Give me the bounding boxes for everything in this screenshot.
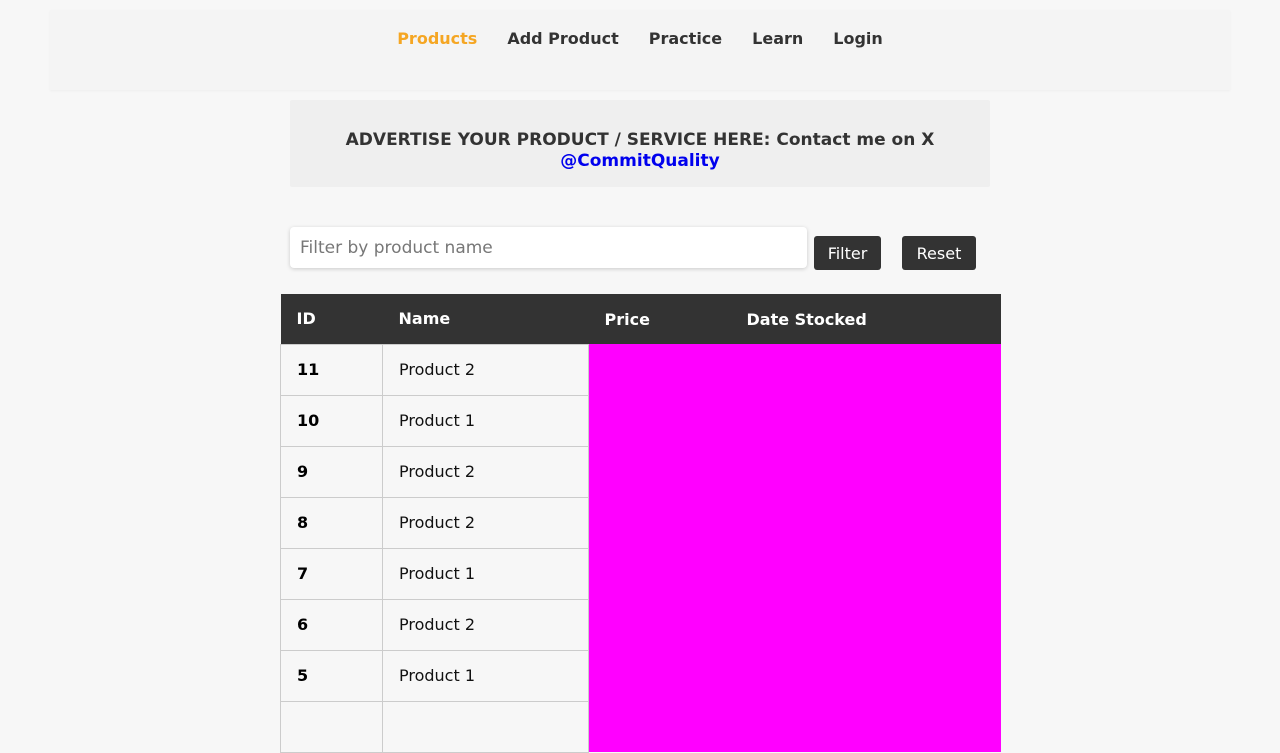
cell-id: 7 [280, 547, 383, 600]
commitquality-link[interactable]: @CommitQuality [290, 151, 990, 172]
nav-link-add-product[interactable]: Add Product [507, 30, 618, 48]
column-header-id: ID [280, 294, 383, 344]
cell-name: Product 2 [382, 598, 589, 651]
nav-link-learn[interactable]: Learn [752, 30, 803, 48]
cell-id: 10 [280, 394, 383, 447]
cell-name [382, 700, 589, 753]
nav-link-products[interactable]: Products [397, 30, 477, 48]
cell-name: Product 1 [382, 649, 589, 702]
cell-id: 6 [280, 598, 383, 651]
cell-name: Product 2 [382, 445, 589, 498]
reset-button[interactable]: Reset [902, 236, 976, 270]
cell-name: Product 2 [382, 343, 589, 396]
column-header-date-stocked: Date Stocked [730, 294, 1001, 344]
cell-id: 5 [280, 649, 383, 702]
filter-button[interactable]: Filter [814, 236, 881, 270]
cell-id: 11 [280, 343, 383, 396]
cell-name: Product 1 [382, 547, 589, 600]
advertise-banner: ADVERTISE YOUR PRODUCT / SERVICE HERE: C… [290, 100, 990, 187]
cell-id: 8 [280, 496, 383, 549]
cell-name: Product 1 [382, 394, 589, 447]
cell-name: Product 2 [382, 496, 589, 549]
table-row: 11 Product 2 [280, 343, 1001, 752]
advertise-text: ADVERTISE YOUR PRODUCT / SERVICE HERE: C… [345, 130, 935, 150]
nav-link-login[interactable]: Login [833, 30, 883, 48]
navbar: Products Add Product Practice Learn Logi… [50, 10, 1230, 90]
cell-id [280, 700, 383, 753]
nav-links: Products Add Product Practice Learn Logi… [50, 30, 1230, 48]
redacted-block [588, 344, 1001, 752]
filter-input[interactable] [290, 227, 807, 268]
products-table: ID Name Price Date Stocked 11 Product 2 … [280, 294, 1001, 753]
nav-link-practice[interactable]: Practice [649, 30, 722, 48]
column-header-price: Price [588, 294, 731, 344]
column-header-name: Name [382, 294, 589, 344]
cell-id: 9 [280, 445, 383, 498]
table-header-row: ID Name Price Date Stocked [280, 294, 1001, 344]
